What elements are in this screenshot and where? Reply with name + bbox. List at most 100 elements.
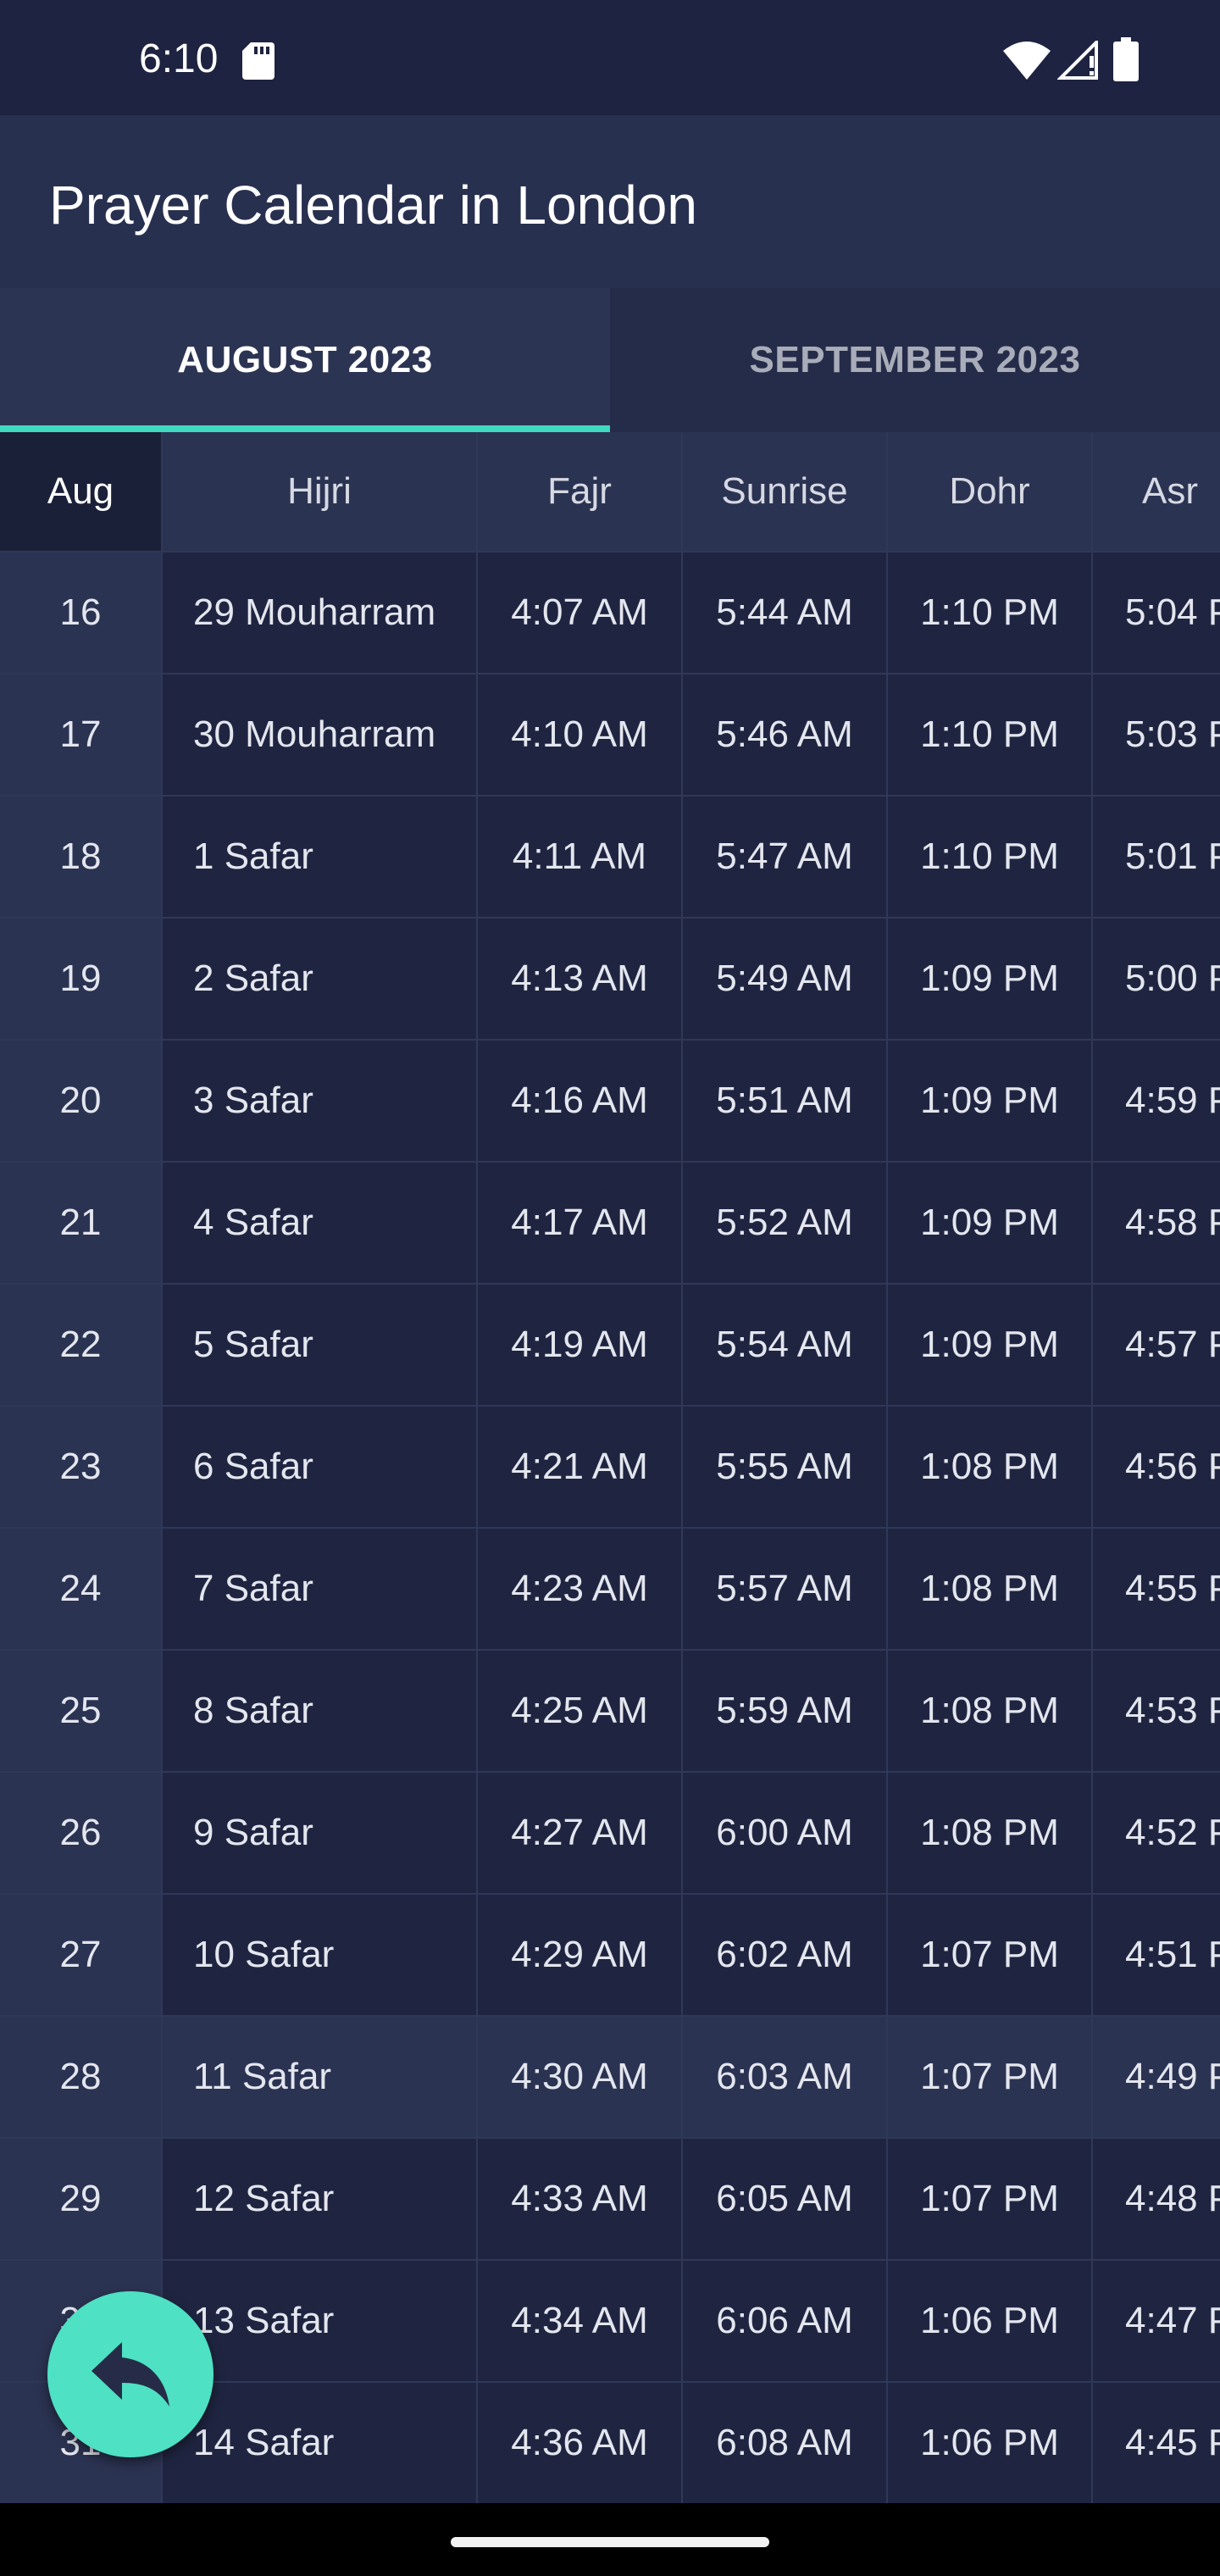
table-row[interactable]: 203 Safar4:16 AM5:51 AM1:09 PM 4:59 PM: [0, 1041, 1220, 1163]
cell-sunrise: 5:47 AM: [683, 797, 888, 917]
cell-asr: 5:00 PM: [1125, 958, 1220, 999]
cell-day: 20: [0, 1041, 163, 1161]
cell-dohr: 1:09 PM: [888, 1041, 1093, 1161]
cell-sunrise: 5:52 AM: [683, 1163, 888, 1283]
cell-day: 23: [0, 1407, 163, 1527]
cell-fajr: 4:30 AM: [478, 2017, 683, 2137]
back-fab-button[interactable]: [47, 2291, 214, 2457]
cell-dohr: 1:09 PM: [888, 1163, 1093, 1283]
tab-september-2023[interactable]: SEPTEMBER 2023: [610, 288, 1220, 432]
cell-fajr: 4:07 AM: [478, 552, 683, 673]
cell-day: 18: [0, 797, 163, 917]
cell-hijri: 7 Safar: [163, 1529, 478, 1649]
cell-asr: 4:45 PM: [1125, 2422, 1220, 2463]
page-title: Prayer Calendar in London: [49, 175, 697, 236]
table-row[interactable]: 225 Safar4:19 AM5:54 AM1:09 PM 4:57 PM: [0, 1285, 1220, 1407]
cell-asr: 5:01 PM: [1125, 836, 1220, 877]
table-row[interactable]: 2710 Safar4:29 AM6:02 AM1:07 PM 4:51 PM: [0, 1895, 1220, 2017]
cell-sunrise: 5:57 AM: [683, 1529, 888, 1649]
cell-day: 17: [0, 675, 163, 795]
home-indicator[interactable]: [451, 2537, 769, 2547]
header-sunrise: Sunrise: [683, 432, 888, 551]
cell-day: 28: [0, 2017, 163, 2137]
table-row[interactable]: 17 30 Mouharram 4:10 AM 5:46 AM 1:10 PM 5:03 …: [0, 675, 1220, 797]
cell-dohr: 1:06 PM: [888, 2383, 1093, 2503]
cell-hijri: 2 Safar: [163, 919, 478, 1039]
cell-dohr: 1:07 PM: [888, 2017, 1093, 2137]
cell-sunrise: 5:46 AM: [683, 675, 888, 795]
table-row[interactable]: 192 Safar4:13 AM5:49 AM1:09 PM 5:00 PM: [0, 919, 1220, 1041]
table-row[interactable]: 269 Safar4:27 AM6:00 AM1:08 PM 4:52 PM: [0, 1773, 1220, 1895]
cell-sunrise: 6:06 AM: [683, 2261, 888, 2381]
cell-fajr: 4:34 AM: [478, 2261, 683, 2381]
cell-hijri: 3 Safar: [163, 1041, 478, 1161]
cell-dohr: 1:09 PM: [888, 919, 1093, 1039]
cell-fajr: 4:27 AM: [478, 1773, 683, 1893]
cell-day: 16: [0, 552, 163, 673]
cell-sunrise: 6:02 AM: [683, 1895, 888, 2015]
cell-fajr: 4:36 AM: [478, 2383, 683, 2503]
cell-asr: 4:53 PM: [1125, 1690, 1220, 1731]
cell-asr: 4:48 PM: [1125, 2178, 1220, 2219]
table-row[interactable]: 2912 Safar4:33 AM6:05 AM1:07 PM 4:48 PM: [0, 2139, 1220, 2261]
cell-hijri: 6 Safar: [163, 1407, 478, 1527]
cell-asr: 5:03 PM: [1125, 713, 1220, 755]
cell-signal-icon: [1057, 41, 1098, 80]
cell-sunrise: 6:03 AM: [683, 2017, 888, 2137]
cell-dohr: 1:07 PM: [888, 2139, 1093, 2259]
cell-fajr: 4:25 AM: [478, 1651, 683, 1771]
cell-asr: 4:52 PM: [1125, 1812, 1220, 1853]
cell-asr: 5:04 PM: [1125, 591, 1220, 633]
tab-label: AUGUST 2023: [177, 339, 433, 380]
tab-label: SEPTEMBER 2023: [749, 339, 1081, 380]
table-row[interactable]: 16 29 Mouharram 4:07 AM 5:44 AM 1:10 PM 5:04 …: [0, 552, 1220, 675]
cell-fajr: 4:21 AM: [478, 1407, 683, 1527]
cell-asr: 4:56 PM: [1125, 1446, 1220, 1487]
status-time: 6:10: [139, 36, 219, 81]
cell-dohr: 1:08 PM: [888, 1529, 1093, 1649]
cell-fajr: 4:13 AM: [478, 919, 683, 1039]
cell-sunrise: 5:51 AM: [683, 1041, 888, 1161]
cell-day: 26: [0, 1773, 163, 1893]
cell-fajr: 4:11 AM: [478, 797, 683, 917]
cell-dohr: 1:10 PM: [888, 552, 1093, 673]
app-bar: Prayer Calendar in London: [0, 115, 1220, 288]
reply-icon: [92, 2342, 169, 2407]
cell-dohr: 1:10 PM: [888, 675, 1093, 795]
header-asr: Asr: [1142, 470, 1198, 512]
table-row[interactable]: 236 Safar4:21 AM5:55 AM1:08 PM 4:56 PM: [0, 1407, 1220, 1529]
battery-icon: [1113, 37, 1139, 81]
cell-dohr: 1:07 PM: [888, 1895, 1093, 2015]
cell-day: 24: [0, 1529, 163, 1649]
tab-august-2023[interactable]: AUGUST 2023: [0, 288, 610, 432]
table-row[interactable]: 247 Safar4:23 AM5:57 AM1:08 PM 4:55 PM: [0, 1529, 1220, 1651]
cell-sunrise: 6:05 AM: [683, 2139, 888, 2259]
cell-hijri: 11 Safar: [163, 2017, 478, 2137]
table-row[interactable]: 2811 Safar4:30 AM6:03 AM1:07 PM 4:49 PM: [0, 2017, 1220, 2139]
cell-day: 29: [0, 2139, 163, 2259]
tab-indicator: [0, 425, 610, 432]
cell-hijri: 9 Safar: [163, 1773, 478, 1893]
prayer-times-table[interactable]: Aug Hijri Fajr Sunrise Dohr Asr 16 29 Mou…: [0, 432, 1220, 2503]
table-row[interactable]: 214 Safar4:17 AM5:52 AM1:09 PM 4:58 PM: [0, 1163, 1220, 1285]
cell-asr: 4:55 PM: [1125, 1568, 1220, 1609]
cell-hijri: 29 Mouharram: [163, 552, 478, 673]
cell-hijri: 1 Safar: [163, 797, 478, 917]
cell-asr: 4:49 PM: [1125, 2056, 1220, 2097]
cell-fajr: 4:19 AM: [478, 1285, 683, 1405]
sd-card-icon: [242, 42, 274, 80]
screen: 6:10 Prayer Calendar in London AUGUST 20…: [0, 0, 1220, 2576]
cell-asr: 4:47 PM: [1125, 2300, 1220, 2341]
cell-dohr: 1:06 PM: [888, 2261, 1093, 2381]
table-row[interactable]: 181 Safar4:11 AM5:47 AM1:10 PM 5:01 PM: [0, 797, 1220, 919]
cell-dohr: 1:10 PM: [888, 797, 1093, 917]
cell-asr: 4:51 PM: [1125, 1934, 1220, 1975]
cell-fajr: 4:16 AM: [478, 1041, 683, 1161]
system-navigation-bar: [0, 2503, 1220, 2576]
cell-fajr: 4:29 AM: [478, 1895, 683, 2015]
cell-sunrise: 5:59 AM: [683, 1651, 888, 1771]
cell-fajr: 4:10 AM: [478, 675, 683, 795]
cell-sunrise: 6:00 AM: [683, 1773, 888, 1893]
table-row[interactable]: 258 Safar4:25 AM5:59 AM1:08 PM 4:53 PM: [0, 1651, 1220, 1773]
table-header-row: Aug Hijri Fajr Sunrise Dohr Asr: [0, 432, 1220, 552]
